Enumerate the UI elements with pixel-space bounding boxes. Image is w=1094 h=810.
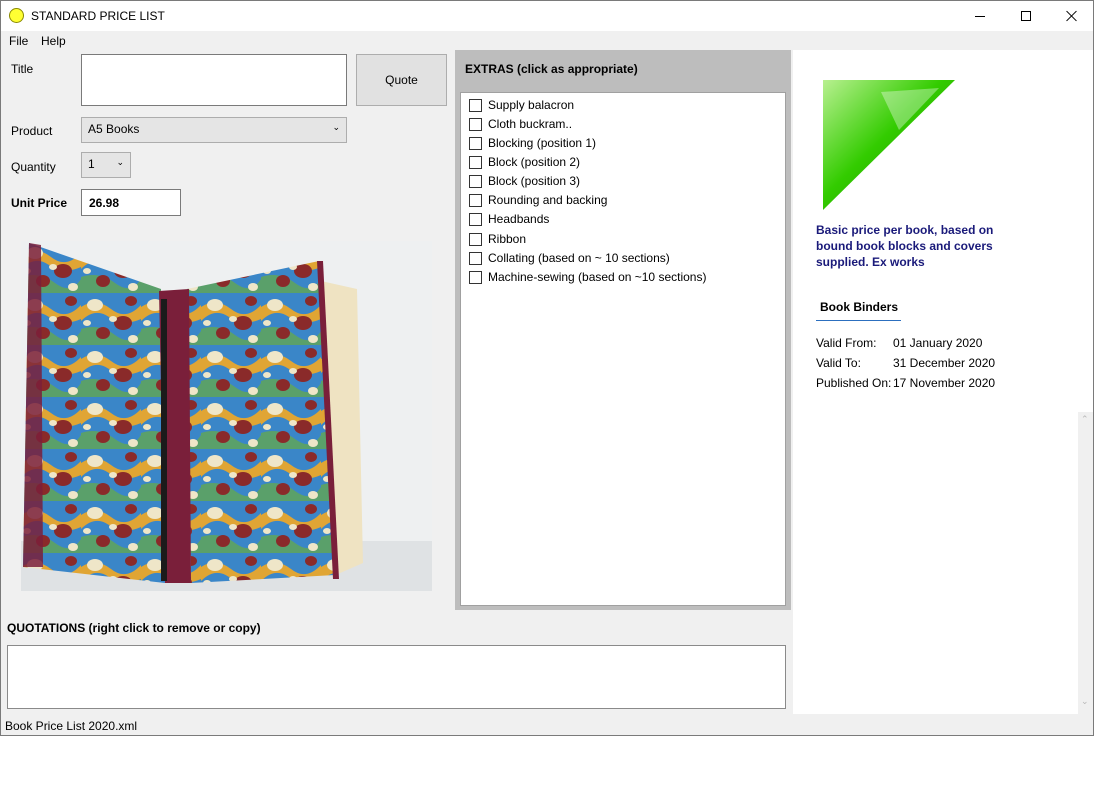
- unit-price-label: Unit Price: [11, 196, 68, 210]
- close-button[interactable]: [1049, 1, 1094, 31]
- quantity-value: 1: [88, 157, 95, 171]
- app-icon: [9, 8, 24, 23]
- valid-from-label: Valid From:: [816, 336, 877, 350]
- price-description: Basic price per book, based on bound boo…: [816, 223, 994, 269]
- product-select[interactable]: A5 Books ⌄: [81, 117, 347, 143]
- extra-option[interactable]: Rounding and backing: [469, 191, 607, 209]
- info-scrollbar[interactable]: ⌃ ⌄: [1078, 412, 1093, 714]
- checkbox[interactable]: [469, 174, 482, 188]
- extra-option-label: Rounding and backing: [488, 193, 608, 207]
- unit-price-field[interactable]: 26.98: [81, 189, 181, 216]
- checkbox[interactable]: [469, 212, 482, 226]
- close-icon: [1066, 10, 1078, 22]
- checkbox[interactable]: [469, 251, 482, 265]
- extra-option[interactable]: Ribbon: [469, 230, 526, 248]
- checkbox[interactable]: [469, 117, 482, 131]
- extra-option[interactable]: Headbands: [469, 210, 549, 228]
- title-input[interactable]: [81, 54, 347, 106]
- extra-option[interactable]: Blocking (position 1): [469, 134, 596, 152]
- maximize-icon: [1021, 11, 1031, 21]
- extra-option-label: Headbands: [488, 212, 550, 226]
- menu-help[interactable]: Help: [41, 34, 66, 48]
- scroll-up-icon[interactable]: ⌃: [1081, 414, 1089, 425]
- valid-from-row: Valid From: 01 January 2020: [816, 336, 982, 350]
- extra-option-label: Collating (based on ~ 10 sections): [488, 251, 670, 265]
- checkbox[interactable]: [469, 232, 482, 246]
- product-value: A5 Books: [88, 122, 140, 136]
- extra-option-label: Block (position 2): [488, 155, 581, 169]
- title-label: Title: [11, 62, 34, 76]
- product-panel: Title Quote Product A5 Books ⌄ Quantity …: [1, 51, 453, 611]
- chevron-down-icon: ⌄: [116, 157, 124, 167]
- maximize-button[interactable]: [1003, 1, 1049, 31]
- chevron-down-icon: ⌄: [332, 122, 340, 132]
- title-bar: STANDARD PRICE LIST: [1, 1, 1093, 31]
- valid-to-label: Valid To:: [816, 356, 861, 370]
- valid-from-value: 01 January 2020: [893, 336, 983, 350]
- marbled-book-photo: [21, 241, 432, 591]
- company-name: Book Binders: [820, 300, 899, 314]
- published-label: Published On:: [816, 376, 892, 390]
- extra-option-label: Ribbon: [488, 232, 527, 246]
- extra-option[interactable]: Collating (based on ~ 10 sections): [469, 249, 670, 267]
- extra-option-label: Cloth buckram..: [488, 117, 573, 131]
- valid-to-row: Valid To: 31 December 2020: [816, 356, 995, 370]
- checkbox[interactable]: [469, 136, 482, 150]
- extra-option[interactable]: Block (position 2): [469, 153, 580, 171]
- extra-option[interactable]: Block (position 3): [469, 172, 580, 190]
- extra-option-label: Block (position 3): [488, 174, 581, 188]
- info-panel: Basic price per book, based on bound boo…: [793, 50, 1093, 714]
- status-filename: Book Price List 2020.xml: [5, 719, 138, 733]
- quotations-header: QUOTATIONS (right click to remove or cop…: [7, 621, 261, 635]
- menu-bar: File Help: [1, 31, 1093, 51]
- extra-option-label: Machine-sewing (based on ~10 sections): [488, 270, 707, 284]
- company-underline: [816, 320, 901, 321]
- extra-option[interactable]: Cloth buckram..: [469, 115, 572, 133]
- extras-header: EXTRAS (click as appropriate): [465, 62, 638, 76]
- extras-checklist: Supply balacron Cloth buckram.. Blocking…: [460, 92, 786, 606]
- main-window: STANDARD PRICE LIST File Help Title Quot…: [0, 0, 1094, 736]
- product-label: Product: [11, 124, 53, 138]
- valid-to-value: 31 December 2020: [893, 356, 996, 370]
- quotations-list[interactable]: [7, 645, 786, 709]
- extra-option[interactable]: Machine-sewing (based on ~10 sections): [469, 268, 706, 286]
- published-value: 17 November 2020: [893, 376, 996, 390]
- window-title: STANDARD PRICE LIST: [31, 9, 165, 23]
- extra-option-label: Blocking (position 1): [488, 136, 597, 150]
- scroll-down-icon[interactable]: ⌄: [1081, 696, 1089, 707]
- published-row: Published On: 17 November 2020: [816, 376, 995, 390]
- green-corner-logo: [823, 80, 955, 210]
- quantity-select[interactable]: 1 ⌄: [81, 152, 131, 178]
- checkbox[interactable]: [469, 270, 482, 284]
- extras-panel: EXTRAS (click as appropriate) Supply bal…: [455, 50, 791, 610]
- extra-option-label: Supply balacron: [488, 98, 575, 112]
- extra-option[interactable]: Supply balacron: [469, 96, 574, 114]
- checkbox[interactable]: [469, 193, 482, 207]
- checkbox[interactable]: [469, 155, 482, 169]
- quote-button[interactable]: Quote: [356, 54, 447, 106]
- menu-file[interactable]: File: [9, 34, 28, 48]
- quantity-label: Quantity: [11, 160, 56, 174]
- minimize-icon: [975, 15, 985, 17]
- minimize-button[interactable]: [957, 1, 1003, 31]
- checkbox[interactable]: [469, 98, 482, 112]
